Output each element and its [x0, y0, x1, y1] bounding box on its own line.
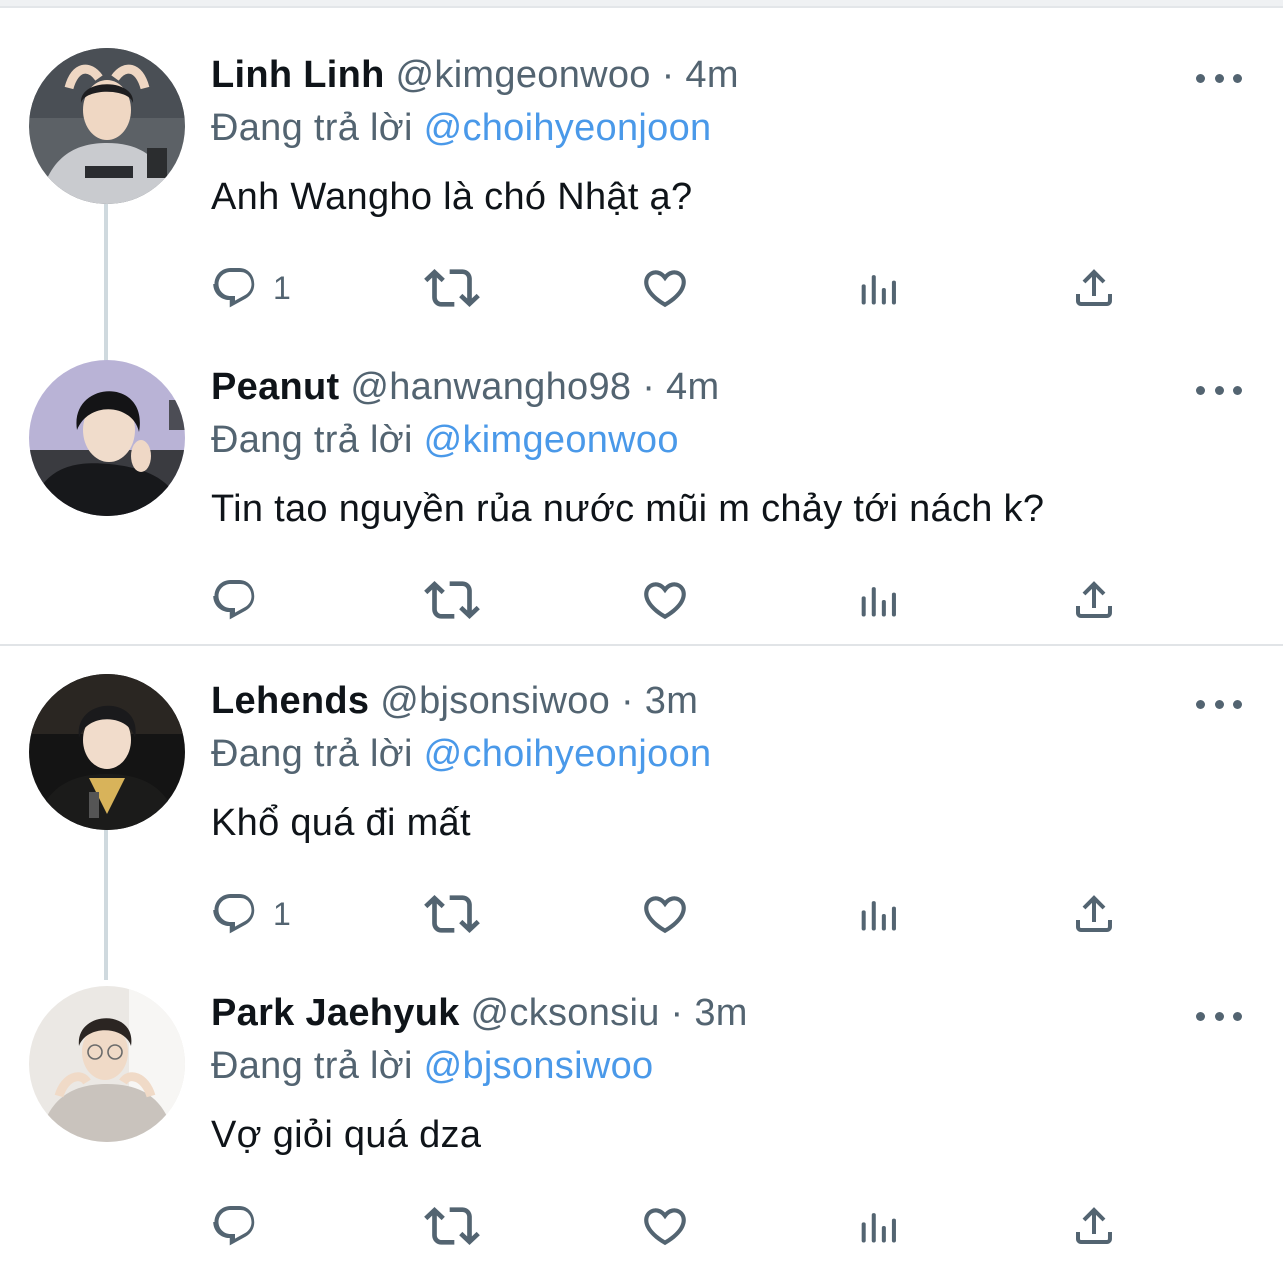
- heart-icon: [644, 1208, 686, 1246]
- replying-to-label: Đang trả lời: [211, 1045, 413, 1087]
- retweet-button[interactable]: [424, 886, 480, 942]
- analytics-icon: [861, 1213, 896, 1243]
- analytics-icon: [861, 275, 896, 305]
- user-handle[interactable]: @cksonsiu: [471, 992, 660, 1034]
- reply-icon: [213, 268, 255, 308]
- mention-link[interactable]: @choihyeonjoon: [424, 733, 712, 775]
- share-button[interactable]: [1070, 886, 1118, 942]
- timestamp[interactable]: 4m: [685, 54, 738, 96]
- display-name[interactable]: Park Jaehyuk: [211, 992, 460, 1034]
- more-icon[interactable]: [1196, 694, 1242, 714]
- tweet[interactable]: Lehends @bjsonsiwoo · 3m Đang trả lời @c…: [0, 634, 1283, 946]
- share-button[interactable]: [1070, 1198, 1118, 1254]
- share-button[interactable]: [1070, 572, 1118, 628]
- heart-icon: [644, 582, 686, 620]
- retweet-button[interactable]: [424, 572, 480, 628]
- tweet-text: Anh Wangho là chó Nhật ạ?: [211, 176, 693, 218]
- share-icon: [1076, 1207, 1112, 1244]
- retweet-icon: [424, 581, 480, 619]
- more-icon[interactable]: [1196, 68, 1242, 88]
- avatar[interactable]: [29, 674, 185, 830]
- tweet-header: Lehends @bjsonsiwoo · 3m: [211, 678, 698, 724]
- retweet-icon: [424, 1207, 480, 1245]
- tweet-header: Linh Linh @kimgeonwoo · 4m: [211, 52, 739, 98]
- heart-icon: [644, 270, 686, 308]
- user-handle[interactable]: @hanwangho98: [350, 366, 631, 408]
- share-icon: [1076, 581, 1112, 618]
- thread-2: Lehends @bjsonsiwoo · 3m Đang trả lời @c…: [0, 646, 1283, 1261]
- reply-icon: [213, 580, 255, 620]
- timestamp[interactable]: 3m: [694, 992, 747, 1034]
- avatar[interactable]: [29, 986, 185, 1142]
- mention-link[interactable]: @kimgeonwoo: [424, 419, 679, 461]
- timestamp[interactable]: 4m: [666, 366, 719, 408]
- reply-button[interactable]: 1: [211, 886, 291, 942]
- separator: ·: [642, 366, 656, 408]
- tweet-actions: [0, 572, 1283, 628]
- user-handle[interactable]: @bjsonsiwoo: [380, 680, 610, 722]
- replying-to-label: Đang trả lời: [211, 419, 413, 461]
- analytics-button[interactable]: [858, 260, 902, 316]
- replying-to: Đang trả lời @choihyeonjoon: [211, 731, 711, 777]
- reply-icon: [213, 1206, 255, 1246]
- mention-link[interactable]: @choihyeonjoon: [424, 107, 712, 149]
- like-button[interactable]: [640, 886, 690, 942]
- replying-to-label: Đang trả lời: [211, 107, 413, 149]
- separator: ·: [670, 992, 684, 1034]
- retweet-icon: [424, 269, 480, 307]
- retweet-button[interactable]: [424, 1198, 480, 1254]
- timestamp[interactable]: 3m: [645, 680, 698, 722]
- retweet-button[interactable]: [424, 260, 480, 316]
- tweet-actions: [0, 1198, 1283, 1254]
- share-icon: [1076, 269, 1112, 306]
- analytics-icon: [861, 901, 896, 931]
- avatar[interactable]: [29, 360, 185, 516]
- heart-icon: [644, 896, 686, 934]
- tweet-header: Peanut @hanwangho98 · 4m: [211, 364, 719, 410]
- replying-to: Đang trả lời @kimgeonwoo: [211, 417, 679, 463]
- share-icon: [1076, 895, 1112, 932]
- tweet[interactable]: Peanut @hanwangho98 · 4m Đang trả lời @k…: [0, 320, 1283, 632]
- replying-to: Đang trả lời @bjsonsiwoo: [211, 1043, 653, 1089]
- like-button[interactable]: [640, 1198, 690, 1254]
- like-button[interactable]: [640, 572, 690, 628]
- tweet-text: Vợ giỏi quá dza: [211, 1114, 482, 1156]
- tweet-text: Khổ quá đi mất: [211, 802, 471, 844]
- avatar[interactable]: [29, 48, 185, 204]
- reply-icon: [213, 894, 255, 934]
- retweet-icon: [424, 895, 480, 933]
- share-button[interactable]: [1070, 260, 1118, 316]
- analytics-button[interactable]: [858, 886, 902, 942]
- replying-to: Đang trả lời @choihyeonjoon: [211, 105, 711, 151]
- separator: ·: [620, 680, 634, 722]
- separator: ·: [661, 54, 675, 96]
- tweet[interactable]: Park Jaehyuk @cksonsiu · 3m Đang trả lời…: [0, 946, 1283, 1258]
- reply-count: 1: [273, 895, 291, 932]
- mention-link[interactable]: @bjsonsiwoo: [424, 1045, 654, 1087]
- reply-button[interactable]: [211, 1198, 273, 1254]
- more-icon[interactable]: [1196, 380, 1242, 400]
- replying-to-label: Đang trả lời: [211, 733, 413, 775]
- display-name[interactable]: Lehends: [211, 680, 369, 722]
- analytics-button[interactable]: [858, 1198, 902, 1254]
- analytics-button[interactable]: [858, 572, 902, 628]
- like-button[interactable]: [640, 260, 690, 316]
- tweet[interactable]: Linh Linh @kimgeonwoo · 4m Đang trả lời …: [0, 8, 1283, 320]
- reply-button[interactable]: [211, 572, 273, 628]
- more-icon[interactable]: [1196, 1006, 1242, 1026]
- display-name[interactable]: Peanut: [211, 366, 340, 408]
- tweet-actions: 1: [0, 886, 1283, 942]
- tweet-header: Park Jaehyuk @cksonsiu · 3m: [211, 990, 748, 1036]
- tweet-actions: 1: [0, 260, 1283, 316]
- reply-button[interactable]: 1: [211, 260, 291, 316]
- thread-1: Linh Linh @kimgeonwoo · 4m Đang trả lời …: [0, 8, 1283, 644]
- analytics-icon: [861, 587, 896, 617]
- top-divider: [0, 0, 1283, 8]
- display-name[interactable]: Linh Linh: [211, 54, 385, 96]
- tweet-text: Tin tao nguyền rủa nước mũi m chảy tới n…: [211, 488, 1045, 530]
- user-handle[interactable]: @kimgeonwoo: [396, 54, 651, 96]
- reply-count: 1: [273, 269, 291, 306]
